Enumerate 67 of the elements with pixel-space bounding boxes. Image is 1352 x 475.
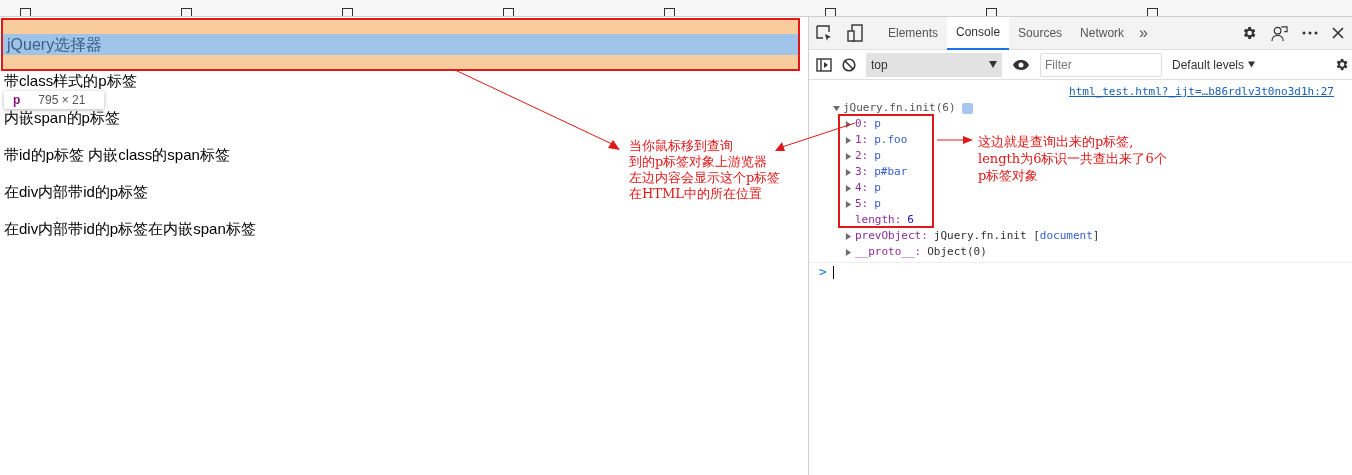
eye-icon[interactable] [1012, 58, 1030, 71]
context-dropdown[interactable]: top [866, 52, 1002, 77]
property-value: p [874, 179, 881, 196]
filter-field[interactable]: Filter [1040, 52, 1162, 77]
paragraph: 在div内部带id的p标签在内嵌span标签 [4, 219, 256, 239]
property-value: p [874, 115, 881, 132]
property-key: __proto__: [855, 243, 922, 261]
annotation-text: 到的p标签对象上游览器 [629, 154, 768, 170]
property-value: p#bar [874, 163, 908, 180]
devtools-tab[interactable]: Console [947, 16, 1010, 50]
sidebar-toggle-icon[interactable] [816, 57, 832, 72]
object-label[interactable]: jQuery.fn.init(6) [843, 99, 956, 117]
bookmark-page-icon[interactable] [1147, 8, 1158, 16]
property-key: 4: [855, 179, 869, 197]
bookmark-page-icon[interactable] [503, 8, 514, 16]
property-value: p [874, 195, 881, 212]
element-tooltip: p 795 × 21 [4, 91, 104, 109]
clear-console-icon[interactable] [842, 57, 856, 72]
console-prompt: > [819, 263, 827, 282]
bookmark-page-icon[interactable] [986, 8, 997, 16]
feedback-person-icon[interactable] [1271, 24, 1288, 42]
bookmark-page-icon[interactable] [342, 8, 353, 16]
property-value: jQuery.fn.init [document] [933, 227, 1100, 244]
property-value: Object(0) [927, 243, 987, 260]
bookmark-page-icon[interactable] [181, 8, 192, 16]
highlighted-paragraph: jQuery选择器 [3, 20, 798, 69]
annotation-text: p标签对象 [978, 167, 1039, 184]
property-key: 0: [855, 115, 869, 133]
more-tabs[interactable]: » [1139, 21, 1148, 45]
annotation-arrow [937, 135, 974, 145]
paragraph: 在div内部带id的p标签 [4, 182, 149, 202]
bookmark-page-icon[interactable] [825, 8, 836, 16]
property-key: 5: [855, 195, 869, 213]
devtools-tab[interactable]: Elements [879, 16, 948, 50]
annotation-text: 在HTML中的所在位置 [629, 186, 762, 202]
property-value: p.foo [874, 131, 908, 148]
text-cursor [832, 265, 834, 279]
property-key: 2: [855, 147, 869, 165]
dropdown-caret-icon [1248, 61, 1256, 68]
paragraph: 带class样式的p标签 [4, 71, 137, 91]
property-key: prevObject: [855, 227, 928, 245]
paragraph: 带id的p标签 内嵌class的span标签 [4, 145, 230, 165]
property-value: p [874, 147, 881, 164]
dropdown-caret-icon [989, 61, 997, 68]
paragraph: 内嵌span的p标签 [4, 108, 120, 128]
source-link[interactable]: html_test.html?_ijt=…b86rdlv3t0no3d1h:27 [1069, 84, 1334, 100]
property-key: 1: [855, 131, 869, 149]
annotation-text: 当你鼠标移到查询 [629, 138, 733, 154]
default-levels-dropdown[interactable]: Default levels [1172, 55, 1256, 74]
bookmark-page-icon[interactable] [20, 8, 31, 16]
annotation-text: 左边内容会显示这个p标签 [629, 170, 781, 186]
property-key: length: [855, 211, 902, 229]
property-value: 6 [907, 211, 914, 228]
info-icon [961, 102, 973, 114]
bookmark-page-icon[interactable] [664, 8, 675, 16]
device-toolbar-icon[interactable] [847, 24, 863, 42]
settings-icon[interactable] [1334, 57, 1349, 72]
more-options-icon[interactable] [1302, 31, 1318, 35]
inspect-icon[interactable] [815, 24, 833, 42]
devtools-tab[interactable]: Sources [1009, 16, 1072, 50]
property-key: 3: [855, 163, 869, 181]
devtools-tab[interactable]: Network [1071, 16, 1134, 50]
annotation-text: length为6标识一共查出来了6个 [978, 150, 1167, 167]
close-icon[interactable] [1332, 27, 1344, 39]
expanded-caret-icon[interactable] [833, 104, 840, 112]
settings-icon[interactable] [1241, 25, 1257, 41]
annotation-text: 这边就是查询出来的p标签, [978, 133, 1134, 150]
